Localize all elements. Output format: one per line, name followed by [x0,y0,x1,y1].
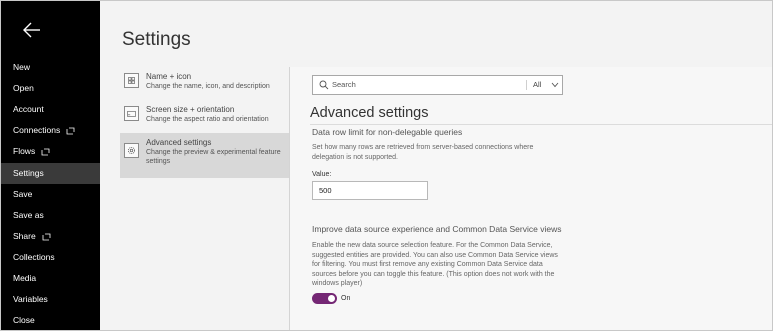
search-input[interactable]: Search All [312,75,563,95]
row-limit-description: Set how many rows are retrieved from ser… [312,144,534,161]
nav-label: Share [13,231,36,241]
open-external-icon [42,233,51,241]
nav-label: Media [13,273,37,283]
nav-label: Save as [13,210,44,220]
nav-label: Save [13,189,33,199]
page-title: Settings [122,29,191,50]
cds-toggle[interactable] [312,293,337,304]
gear-icon [124,143,139,158]
advanced-settings-heading: Advanced settings [310,105,429,121]
category-screen-size[interactable]: Screen size + orientation Change the asp… [120,100,289,133]
nav-label: Account [13,104,44,114]
file-menu-sidebar: New Open Account Connections Flows Setti… [1,1,100,330]
nav-label: Connections [13,125,61,135]
search-scope-dropdown[interactable]: All [533,76,541,94]
nav-item-variables[interactable]: Variables [1,289,100,310]
category-title: Name + icon [146,72,192,81]
category-title: Advanced settings [146,138,212,147]
nav-label: Variables [13,294,48,304]
category-description: Change the name, icon, and description [146,83,270,90]
category-name-icon[interactable]: Name + icon Change the name, icon, and d… [120,67,289,100]
nav-item-settings[interactable]: Settings [1,163,100,184]
row-limit-input[interactable]: 500 [312,181,428,200]
nav-item-open[interactable]: Open [1,78,100,99]
nav-item-flows[interactable]: Flows [1,141,100,162]
search-placeholder: Search [332,80,356,89]
app-window: New Open Account Connections Flows Setti… [0,0,773,331]
search-divider [526,80,527,90]
nav-item-share[interactable]: Share [1,226,100,247]
nav-item-collections[interactable]: Collections [1,247,100,268]
nav-item-save-as[interactable]: Save as [1,205,100,226]
nav-label: Open [13,83,34,93]
search-icon [319,80,329,90]
category-title: Screen size + orientation [146,105,235,114]
nav-label: Flows [13,146,36,156]
toggle-knob [328,295,335,302]
row-limit-value-label: Value: [312,171,332,178]
cds-toggle-label: On [341,295,351,302]
screen-size-icon [124,106,139,121]
nav-item-new[interactable]: New [1,57,100,78]
category-description: Change the preview & experimental featur… [146,149,281,165]
category-advanced-settings[interactable]: Advanced settings Change the preview & e… [120,133,289,178]
settings-category-list: Name + icon Change the name, icon, and d… [120,67,289,178]
nav-item-connections[interactable]: Connections [1,120,100,141]
nav-label: Settings [13,168,44,178]
open-external-icon [41,148,50,156]
cds-title: Improve data source experience and Commo… [312,224,562,234]
open-external-icon [66,127,75,135]
heading-divider [310,124,772,125]
name-icon-icon [124,73,139,88]
nav-item-close[interactable]: Close [1,310,100,330]
back-arrow-icon[interactable] [21,19,43,41]
nav-label: Close [13,315,35,325]
settings-content-panel: Search All Advanced settings Data row li… [290,67,772,330]
cds-description: Enable the new data source selection fea… [312,242,558,287]
category-description: Change the aspect ratio and orientation [146,116,269,123]
nav-label: New [13,62,31,72]
settings-main: Settings Name + icon Change the name, ic… [100,1,772,330]
nav-item-media[interactable]: Media [1,268,100,289]
nav-item-account[interactable]: Account [1,99,100,120]
chevron-down-icon[interactable] [551,82,559,88]
nav-item-save[interactable]: Save [1,184,100,205]
nav-label: Collections [13,252,55,262]
row-limit-title: Data row limit for non-delegable queries [312,127,463,137]
